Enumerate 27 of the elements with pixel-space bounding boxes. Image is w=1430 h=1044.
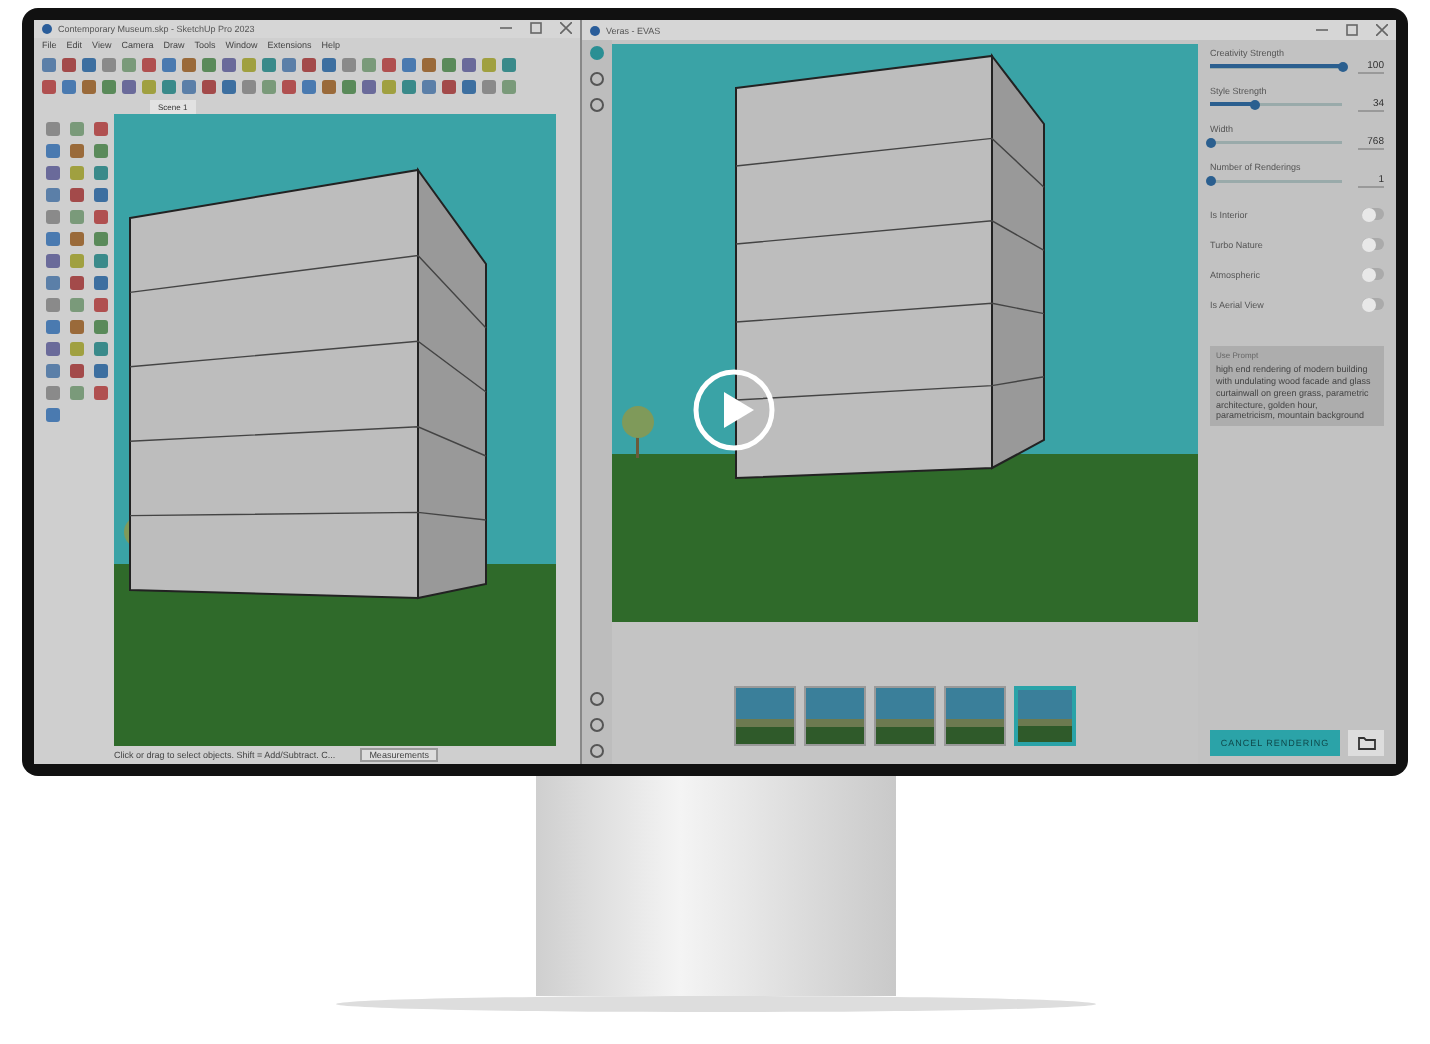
toggle-switch[interactable] — [1362, 208, 1384, 220]
tree-drawing — [622, 406, 654, 458]
slider-thumb[interactable] — [1249, 99, 1260, 109]
toggle-switch[interactable] — [1362, 238, 1384, 250]
maximize-icon[interactable] — [1346, 24, 1358, 36]
toggle-switch[interactable] — [1362, 268, 1384, 280]
toggle-switch[interactable] — [1362, 298, 1384, 310]
render-thumbnail[interactable] — [874, 686, 936, 746]
close-icon[interactable] — [1376, 24, 1388, 36]
minimize-icon[interactable] — [500, 22, 512, 35]
slider-thumb[interactable] — [1205, 137, 1215, 147]
render-thumbnail[interactable] — [804, 686, 866, 746]
folder-icon — [1357, 736, 1375, 750]
app-icon — [590, 25, 600, 35]
render-thumbnail[interactable] — [734, 686, 796, 746]
play-icon[interactable] — [692, 368, 776, 452]
close-icon[interactable] — [560, 22, 572, 35]
slider-thumb[interactable] — [1205, 175, 1215, 185]
render-thumbnail[interactable] — [1014, 686, 1076, 746]
maximize-icon[interactable] — [530, 22, 542, 35]
app-icon — [42, 23, 52, 34]
minimize-icon[interactable] — [1316, 24, 1328, 36]
slider-thumb[interactable] — [1337, 61, 1347, 71]
slider-track[interactable] — [1210, 175, 1342, 185]
slider-track[interactable] — [1210, 137, 1342, 147]
render-thumbnail[interactable] — [944, 686, 1006, 746]
folder-button[interactable] — [1348, 730, 1384, 756]
